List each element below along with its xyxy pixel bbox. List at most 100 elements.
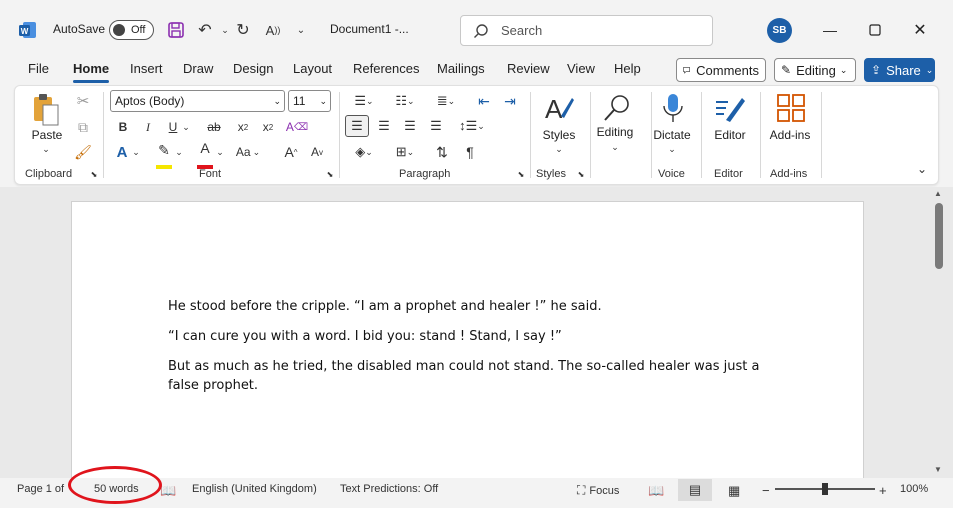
font-color-dropdown-icon[interactable]: ⌄ bbox=[215, 142, 225, 162]
decrease-indent-icon[interactable]: ⇤ bbox=[473, 91, 495, 111]
styles-dropdown-icon[interactable]: ⌄ bbox=[554, 144, 564, 154]
cut-icon[interactable]: ✂ bbox=[73, 91, 93, 111]
comments-button[interactable]: Comments bbox=[676, 58, 766, 82]
paste-dropdown-icon[interactable]: ⌄ bbox=[41, 144, 51, 154]
vertical-scrollbar[interactable]: ▲ ▼ bbox=[932, 189, 946, 476]
italic-icon[interactable]: I bbox=[140, 117, 156, 137]
tab-layout[interactable]: Layout bbox=[293, 61, 332, 76]
add-ins-icon[interactable] bbox=[773, 90, 809, 126]
font-size-select[interactable]: 11 ⌄ bbox=[288, 90, 331, 112]
text-effects-dropdown-icon[interactable]: ⌄ bbox=[131, 142, 141, 162]
tab-design[interactable]: Design bbox=[233, 61, 273, 76]
dictate-dropdown-icon[interactable]: ⌄ bbox=[667, 144, 677, 154]
paragraph-launcher-icon[interactable]: ⬊ bbox=[516, 169, 526, 179]
clipboard-launcher-icon[interactable]: ⬊ bbox=[89, 169, 99, 179]
minimize-icon[interactable]: — bbox=[815, 15, 845, 45]
subscript-icon[interactable]: x2 bbox=[234, 117, 252, 137]
collapse-ribbon-icon[interactable]: ⌄ bbox=[915, 162, 929, 176]
zoom-slider-knob[interactable] bbox=[822, 483, 828, 495]
tab-insert[interactable]: Insert bbox=[130, 61, 163, 76]
zoom-level[interactable]: 100% bbox=[900, 483, 928, 495]
bullets-icon[interactable]: ☰ ⌄ bbox=[347, 91, 381, 111]
tab-draw[interactable]: Draw bbox=[183, 61, 213, 76]
align-right-icon[interactable]: ☰ bbox=[399, 115, 421, 137]
print-layout-icon[interactable]: ▤ bbox=[678, 479, 712, 501]
shrink-font-icon[interactable]: Av bbox=[308, 142, 326, 162]
paste-label[interactable]: Paste bbox=[17, 128, 77, 142]
copy-icon[interactable]: ⧉ bbox=[73, 117, 93, 137]
clear-formatting-icon[interactable]: A ⌫ bbox=[286, 117, 308, 137]
numbering-icon[interactable]: ☷ ⌄ bbox=[388, 91, 422, 111]
scroll-up-icon[interactable]: ▲ bbox=[934, 189, 942, 198]
language-status[interactable]: English (United Kingdom) bbox=[192, 483, 317, 495]
document-page[interactable]: He stood before the cripple. “I am a pro… bbox=[71, 201, 864, 491]
font-launcher-icon[interactable]: ⬊ bbox=[325, 169, 335, 179]
format-painter-icon[interactable]: 🖌 bbox=[73, 142, 93, 162]
autosave-toggle[interactable]: Off bbox=[109, 20, 154, 40]
paste-icon[interactable] bbox=[31, 92, 61, 128]
borders-icon[interactable]: ⊞ ⌄ bbox=[388, 142, 422, 162]
page-count[interactable]: Page 1 of bbox=[17, 483, 64, 495]
save-icon[interactable] bbox=[165, 18, 187, 42]
document-title[interactable]: Document1 -... bbox=[330, 22, 409, 36]
text-predictions-status[interactable]: Text Predictions: Off bbox=[340, 483, 438, 495]
justify-icon[interactable]: ☰ bbox=[425, 115, 447, 137]
align-center-icon[interactable]: ☰ bbox=[373, 115, 395, 137]
zoom-in-icon[interactable]: + bbox=[879, 483, 887, 498]
focus-button[interactable]: ⛶ Focus bbox=[577, 483, 619, 498]
superscript-icon[interactable]: x2 bbox=[259, 117, 277, 137]
tab-mailings[interactable]: Mailings bbox=[437, 61, 485, 76]
microphone-icon[interactable] bbox=[655, 90, 691, 126]
shading-icon[interactable]: ◈ ⌄ bbox=[347, 142, 381, 162]
editing-label[interactable]: Editing bbox=[585, 125, 645, 139]
scroll-down-icon[interactable]: ▼ bbox=[934, 465, 942, 474]
tab-home[interactable]: Home bbox=[73, 61, 109, 76]
tab-help[interactable]: Help bbox=[614, 61, 641, 76]
paragraph[interactable]: “I can cure you with a word. I bid you: … bbox=[168, 327, 788, 346]
scrollbar-thumb[interactable] bbox=[935, 203, 943, 269]
search-box[interactable]: Search bbox=[460, 15, 713, 46]
customize-qat-icon[interactable]: ⌄ bbox=[290, 18, 312, 42]
tab-view[interactable]: View bbox=[567, 61, 595, 76]
sort-icon[interactable]: ⇅ bbox=[433, 142, 451, 162]
tab-review[interactable]: Review bbox=[507, 61, 550, 76]
show-formatting-icon[interactable]: ¶ bbox=[461, 142, 479, 162]
find-icon[interactable] bbox=[599, 90, 635, 126]
avatar[interactable]: SB bbox=[767, 18, 792, 43]
font-name-select[interactable]: Aptos (Body) ⌄ bbox=[110, 90, 285, 112]
styles-launcher-icon[interactable]: ⬊ bbox=[576, 169, 586, 179]
zoom-out-icon[interactable]: − bbox=[762, 483, 770, 498]
close-icon[interactable]: ✕ bbox=[905, 15, 935, 45]
editing-dropdown-icon[interactable]: ⌄ bbox=[610, 142, 620, 152]
editor-icon[interactable] bbox=[712, 90, 748, 126]
paragraph[interactable]: But as much as he tried, the disabled ma… bbox=[168, 357, 788, 395]
dictate-label[interactable]: Dictate bbox=[642, 128, 702, 142]
underline-icon[interactable]: U bbox=[165, 117, 181, 137]
web-layout-icon[interactable]: ▦ bbox=[728, 483, 740, 499]
highlight-icon[interactable]: ✎ bbox=[155, 140, 173, 160]
proofing-icon[interactable]: 📖 bbox=[160, 483, 176, 499]
tab-references[interactable]: References bbox=[353, 61, 419, 76]
redo-icon[interactable]: ↻ bbox=[232, 18, 254, 42]
maximize-icon[interactable] bbox=[860, 15, 890, 45]
share-button[interactable]: ⇪ Share ⌄ bbox=[864, 58, 935, 82]
read-mode-icon[interactable]: 📖 bbox=[648, 483, 664, 499]
editor-label[interactable]: Editor bbox=[700, 128, 760, 142]
bold-icon[interactable]: B bbox=[115, 117, 131, 137]
multilevel-list-icon[interactable]: ≣ ⌄ bbox=[429, 91, 463, 111]
underline-dropdown-icon[interactable]: ⌄ bbox=[181, 117, 191, 137]
highlight-dropdown-icon[interactable]: ⌄ bbox=[174, 142, 184, 162]
text-effects-icon[interactable]: A bbox=[113, 142, 131, 162]
change-case-icon[interactable]: Aa ⌄ bbox=[233, 142, 263, 162]
align-left-icon[interactable]: ☰ bbox=[345, 115, 369, 137]
font-color-icon[interactable]: A bbox=[197, 138, 213, 158]
grow-font-icon[interactable]: A ^ bbox=[282, 142, 300, 162]
editing-mode-button[interactable]: ✎ Editing ⌄ bbox=[774, 58, 856, 82]
tab-file[interactable]: File bbox=[28, 61, 49, 76]
undo-icon[interactable]: ↶ bbox=[194, 18, 216, 42]
increase-indent-icon[interactable]: ⇥ bbox=[499, 91, 521, 111]
add-ins-label[interactable]: Add-ins bbox=[760, 128, 820, 142]
strikethrough-icon[interactable]: ab bbox=[203, 117, 225, 137]
read-aloud-icon[interactable]: A)) bbox=[262, 18, 284, 42]
line-spacing-icon[interactable]: ↕☰ ⌄ bbox=[455, 115, 489, 137]
